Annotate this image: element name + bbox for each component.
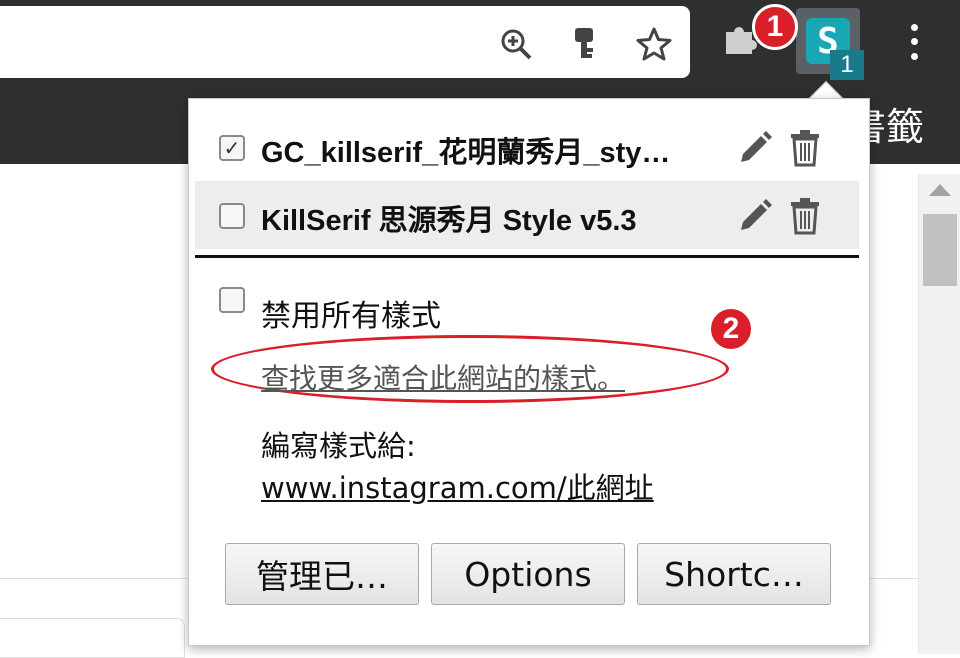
scroll-thumb[interactable]	[923, 214, 957, 286]
find-more-styles-link[interactable]: 查找更多適合此網站的樣式。	[261, 357, 625, 397]
star-icon[interactable]	[634, 24, 674, 64]
disable-all-row[interactable]: 禁用所有樣式	[189, 285, 869, 335]
browser-toolbar: S 1	[0, 0, 960, 92]
disable-all-label[interactable]: 禁用所有樣式	[261, 291, 441, 335]
trash-icon[interactable]	[785, 195, 825, 237]
menu-kebab-icon[interactable]	[900, 20, 928, 64]
style-name[interactable]: GC_killserif_花明蘭秀月_sty…	[261, 129, 731, 171]
trash-icon[interactable]	[785, 127, 825, 169]
zoom-in-icon[interactable]	[496, 24, 536, 64]
extension-badge: 1	[830, 50, 864, 80]
write-style-url-link[interactable]: www.instagram.com/此網址	[261, 465, 654, 507]
address-bar[interactable]	[0, 6, 690, 78]
options-button[interactable]: Options	[431, 543, 625, 605]
step-marker-1: 1	[752, 4, 798, 50]
style-row[interactable]: ✓ GC_killserif_花明蘭秀月_sty…	[195, 113, 859, 181]
style-row[interactable]: KillSerif 思源秀月 Style v5.3	[195, 181, 859, 249]
step-marker-2: 2	[708, 306, 754, 352]
write-style-label: 編寫樣式給:	[261, 429, 416, 463]
pencil-icon[interactable]	[735, 127, 775, 169]
scroll-up-arrow-icon[interactable]	[929, 184, 951, 196]
style-checkbox[interactable]: ✓	[219, 135, 245, 161]
pencil-icon[interactable]	[735, 195, 775, 237]
style-name[interactable]: KillSerif 思源秀月 Style v5.3	[261, 197, 731, 239]
shortcuts-button[interactable]: Shortc…	[637, 543, 831, 605]
popup-divider	[195, 255, 859, 258]
disable-all-checkbox[interactable]	[219, 287, 245, 313]
stylus-popup: ✓ GC_killserif_花明蘭秀月_sty… KillSerif 思源秀月…	[188, 98, 870, 646]
scrollbar[interactable]	[918, 174, 960, 654]
page-card	[0, 618, 185, 658]
style-checkbox[interactable]	[219, 203, 245, 229]
manage-button[interactable]: 管理已…	[225, 543, 419, 605]
key-icon[interactable]	[564, 24, 604, 64]
